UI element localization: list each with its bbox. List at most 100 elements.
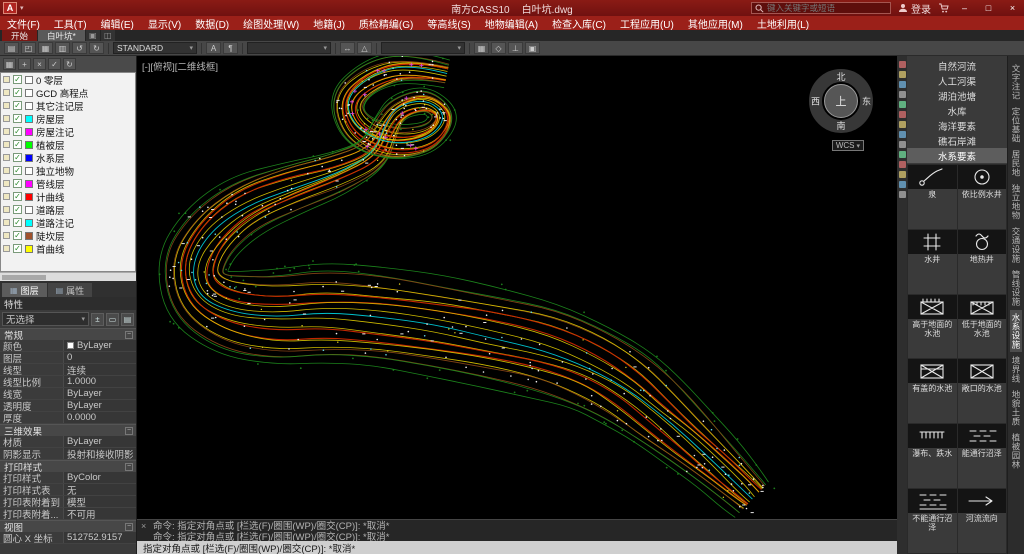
layer-row[interactable]: ✓独立地物 (1, 164, 135, 177)
property-row[interactable]: 线型连续 (0, 364, 136, 376)
side-tab-3[interactable]: 独立地物 (1010, 181, 1022, 223)
property-row[interactable]: 打印表附着...不可用 (0, 508, 136, 520)
dim-edit-icon[interactable]: △ (357, 42, 372, 54)
erase-icon[interactable] (899, 131, 906, 138)
undo-icon[interactable]: ↺ (72, 42, 87, 54)
wcs-selector[interactable]: WCS ▾ (832, 140, 864, 151)
layer-row[interactable]: ✓0 零层 (1, 73, 135, 86)
panel-tab-0[interactable]: ▦图层 (2, 283, 47, 297)
close-button[interactable]: × (1004, 2, 1021, 15)
minimize-button[interactable]: – (956, 2, 973, 15)
table-icon[interactable]: ▦ (474, 42, 489, 54)
side-tab-2[interactable]: 居民地 (1010, 147, 1022, 180)
layer-color-chip[interactable] (25, 128, 33, 136)
annotation-icon[interactable]: ¶ (223, 42, 238, 54)
layer-visibility-icon[interactable] (3, 89, 10, 96)
app-logo-icon[interactable]: A (3, 2, 17, 14)
layer-color-chip[interactable] (25, 154, 33, 162)
property-value[interactable]: 模型 (64, 496, 136, 507)
orbit-icon[interactable] (899, 111, 906, 118)
property-row[interactable]: 线型比例1.0000 (0, 376, 136, 388)
login-button[interactable]: 登录 (898, 1, 931, 16)
layer-color-chip[interactable] (25, 245, 33, 253)
layer-visibility-icon[interactable] (3, 115, 10, 122)
property-row[interactable]: 透明度ByLayer (0, 400, 136, 412)
text-style-combo[interactable]: STANDARD▾ (113, 42, 197, 54)
drawing-tab-1[interactable]: 白叶坑* (38, 30, 85, 41)
help-search-box[interactable] (751, 2, 891, 14)
new-tab-icon[interactable]: ◫ (101, 30, 115, 41)
quick-select-button[interactable]: ▤ (121, 313, 134, 326)
layer-checkbox-icon[interactable]: ✓ (13, 205, 22, 214)
side-tab-6[interactable]: 水系设施 (1010, 310, 1022, 352)
layer-visibility-icon[interactable] (3, 206, 10, 213)
menu-item-8[interactable]: 等高线(S) (420, 16, 477, 30)
layer-checkbox-icon[interactable]: ✓ (13, 101, 22, 110)
section-header[interactable]: 三维效果− (0, 424, 136, 436)
save-icon[interactable]: ▦ (38, 42, 53, 54)
layer-visibility-icon[interactable] (3, 167, 10, 174)
collapse-icon[interactable]: − (125, 463, 133, 471)
layer-visibility-icon[interactable] (3, 154, 10, 161)
redraw-icon[interactable] (899, 61, 906, 68)
property-row[interactable]: 颜色ByLayer (0, 340, 136, 352)
side-tab-0[interactable]: 文字注记 (1010, 61, 1022, 103)
layer-color-chip[interactable] (25, 115, 33, 123)
refresh-icon[interactable]: ↻ (63, 58, 76, 70)
scrollbar-thumb[interactable] (2, 275, 46, 280)
view-cube-east[interactable]: 东 (862, 95, 871, 108)
side-tab-9[interactable]: 植被园林 (1010, 430, 1022, 472)
osnap-settings-icon[interactable]: ◇ (491, 42, 506, 54)
property-value[interactable]: 不可用 (64, 508, 136, 519)
layer-row[interactable]: ✓道路注记 (1, 216, 135, 229)
layer-color-chip[interactable] (25, 219, 33, 227)
layer-color-chip[interactable] (25, 167, 33, 175)
layer-checkbox-icon[interactable]: ✓ (13, 231, 22, 240)
layer-visibility-icon[interactable] (3, 245, 10, 252)
pan-icon[interactable] (899, 71, 906, 78)
layer-color-chip[interactable] (25, 89, 33, 97)
property-value[interactable]: 0 (64, 352, 136, 363)
symbol-tile[interactable]: 不能通行沼泽 (908, 489, 957, 553)
layer-visibility-icon[interactable] (3, 232, 10, 239)
layer-color-chip[interactable] (25, 232, 33, 240)
plot-icon[interactable]: ▥ (55, 42, 70, 54)
menu-item-2[interactable]: 编辑(E) (94, 16, 141, 30)
layer-color-chip[interactable] (25, 180, 33, 188)
property-value[interactable]: ByLayer (64, 436, 136, 447)
rotate-icon[interactable] (899, 161, 906, 168)
delete-layer-icon[interactable]: × (33, 58, 46, 70)
symbol-tile[interactable]: 水井 (908, 230, 957, 294)
property-row[interactable]: 线宽ByLayer (0, 388, 136, 400)
layer-row[interactable]: ✓植被层 (1, 138, 135, 151)
search-input[interactable] (767, 3, 887, 13)
contour-map[interactable] (137, 56, 897, 519)
layer-color-chip[interactable] (25, 141, 33, 149)
view-cube-south[interactable]: 南 (836, 119, 845, 132)
property-value[interactable]: ByLayer (64, 388, 136, 399)
property-value[interactable]: 0.0000 (64, 412, 136, 423)
layer-row[interactable]: ✓首曲线 (1, 242, 135, 255)
category-item-3[interactable]: 水库 (907, 103, 1007, 118)
property-value[interactable]: 512752.9157 (64, 532, 136, 543)
drawing-tab-0[interactable]: 开始 (2, 30, 37, 41)
layer-checkbox-icon[interactable]: ✓ (13, 75, 22, 84)
clean-screen-icon[interactable]: ▣ (525, 42, 540, 54)
cart-icon[interactable] (938, 3, 949, 13)
category-item-4[interactable]: 海洋要素 (907, 118, 1007, 133)
layer-color-chip[interactable] (25, 102, 33, 110)
close-icon[interactable]: × (141, 521, 146, 532)
category-item-0[interactable]: 自然河流 (907, 58, 1007, 73)
move-icon[interactable] (899, 151, 906, 158)
zoom-prev-icon[interactable] (899, 101, 906, 108)
property-value[interactable]: ByLayer (64, 340, 136, 351)
settings-icon[interactable] (899, 191, 906, 198)
layer-checkbox-icon[interactable]: ✓ (13, 166, 22, 175)
collapse-icon[interactable]: − (125, 331, 133, 339)
text-style-icon[interactable]: A (206, 42, 221, 54)
property-value[interactable]: 1.0000 (64, 376, 136, 387)
layer-checkbox-icon[interactable]: ✓ (13, 244, 22, 253)
maximize-button[interactable]: □ (980, 2, 997, 15)
layer-row[interactable]: ✓房屋层 (1, 112, 135, 125)
category-item-2[interactable]: 湖泊池塘 (907, 88, 1007, 103)
